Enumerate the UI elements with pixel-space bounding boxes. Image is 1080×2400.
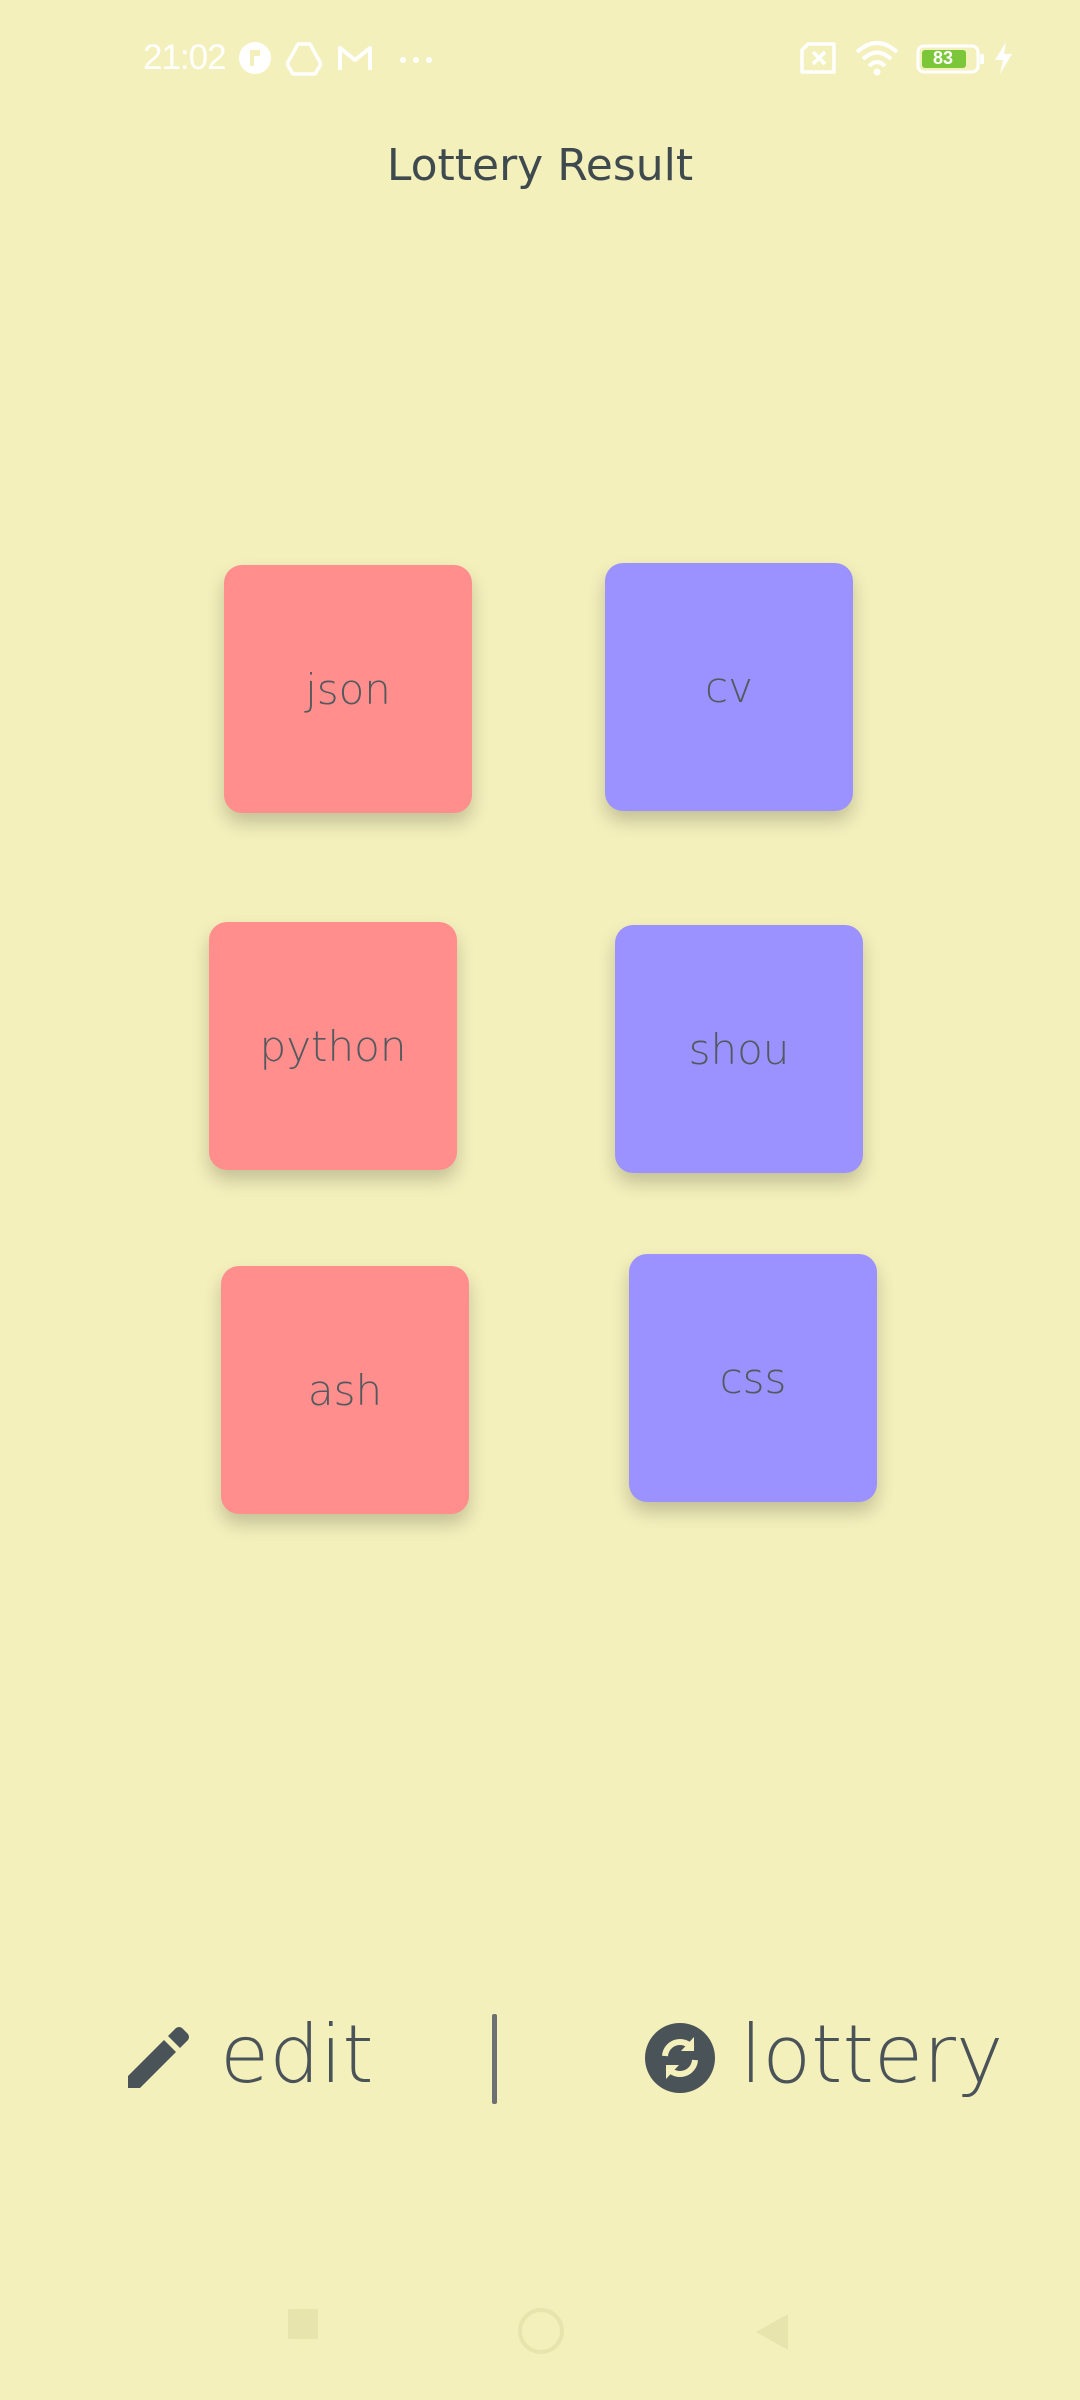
- pencil-icon: [124, 2026, 190, 2092]
- wifi-icon: [854, 40, 900, 76]
- card-label: css: [719, 1353, 787, 1403]
- lottery-card-shou[interactable]: shou: [615, 925, 863, 1173]
- charging-icon: [992, 40, 1014, 76]
- no-sim-icon: [798, 40, 840, 76]
- lottery-label: lottery: [740, 2008, 1004, 2101]
- card-label: cv: [705, 662, 753, 712]
- back-triangle-icon[interactable]: [754, 2312, 790, 2356]
- lottery-button[interactable]: lottery: [645, 2015, 1003, 2095]
- status-bar: 21:02 83: [0, 0, 1080, 120]
- lottery-card-json[interactable]: json: [224, 565, 472, 813]
- card-label: python: [259, 1021, 407, 1071]
- edit-button[interactable]: edit: [124, 2015, 374, 2095]
- gmail-icon: [336, 40, 374, 76]
- edit-label: edit: [220, 2008, 374, 2101]
- home-circle-icon[interactable]: [516, 2306, 566, 2360]
- lottery-card-cv[interactable]: cv: [605, 563, 853, 811]
- status-time: 21:02: [143, 38, 227, 77]
- card-label: json: [305, 664, 391, 714]
- recents-square-icon[interactable]: [286, 2307, 320, 2345]
- notification-r-icon: [237, 40, 273, 76]
- refresh-icon: [645, 2023, 715, 2093]
- divider: [492, 2014, 497, 2104]
- battery-level: 83: [933, 48, 954, 68]
- lottery-card-ash[interactable]: ash: [221, 1266, 469, 1514]
- lottery-card-css[interactable]: css: [629, 1254, 877, 1502]
- more-dots-icon: [398, 40, 438, 76]
- card-label: ash: [307, 1365, 383, 1415]
- lottery-card-python[interactable]: python: [209, 922, 457, 1170]
- drive-icon: [285, 40, 323, 76]
- page-title: Lottery Result: [386, 140, 694, 191]
- card-label: shou: [688, 1024, 790, 1074]
